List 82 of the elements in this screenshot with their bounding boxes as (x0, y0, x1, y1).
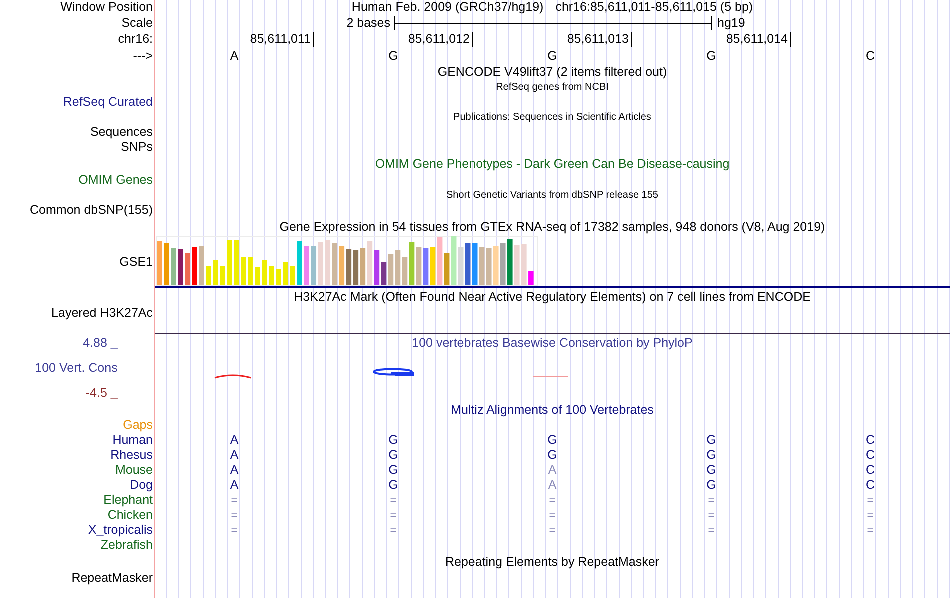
ruler-position: 85,611,013 (567, 32, 632, 48)
assembly-name: hg19 (716, 16, 746, 30)
track-title: Multiz Alignments of 100 Vertebrates (451, 404, 654, 416)
unaligned-mark: = (549, 510, 556, 522)
base-letter: G (706, 433, 716, 448)
position-range: chr16:85,611,011-85,611,015 (5 bp) (556, 1, 754, 14)
base-letter: G (706, 478, 716, 492)
axis-min-label: -4.5 _ (86, 386, 118, 400)
track-label: Sequences (90, 126, 153, 139)
species-label: Chicken (108, 509, 153, 522)
base-letter: G (388, 478, 398, 492)
unaligned-mark: = (390, 510, 397, 522)
base-letter: C (866, 463, 876, 478)
unaligned-mark: = (867, 510, 874, 522)
base-letter: C (866, 48, 876, 63)
base-letter: C (866, 433, 876, 448)
track-title: GENCODE V49lift37 (2 items filtered out) (438, 66, 668, 78)
species-label: Rhesus (110, 449, 153, 462)
base-letter: G (548, 448, 558, 462)
species-label: X_tropicalis (88, 524, 153, 537)
unaligned-mark: = (549, 525, 556, 537)
track-label: Gaps (123, 419, 153, 432)
track-title: Publications: Sequences in Scientific Articles (454, 112, 652, 122)
base-letter: A (548, 478, 557, 492)
base-letter: G (388, 448, 398, 462)
track-label: Window Position (60, 1, 153, 14)
base-letter: A (230, 463, 239, 478)
assembly-name: Human Feb. 2009 (GRCh37/hg19) (352, 1, 544, 14)
base-letter: C (866, 448, 876, 462)
unaligned-mark: = (708, 525, 715, 537)
base-letter: A (230, 433, 239, 448)
track-title: H3K27Ac Mark (Often Found Near Active Regulatory Elements) on 7 cell lines from ENCODE (294, 290, 811, 304)
track-title: 100 vertebrates Basewise Conservation by PhyloP (412, 336, 693, 350)
species-label: Dog (130, 479, 153, 492)
track-label: RepeatMasker (72, 572, 153, 585)
base-letter: A (230, 448, 239, 462)
unaligned-mark: = (708, 510, 715, 522)
track-title: RefSeq genes from NCBI (496, 82, 609, 92)
axis-max-label: 4.88 _ (83, 336, 118, 350)
ruler-position: 85,611,011 (250, 32, 314, 48)
track-title: OMIM Gene Phenotypes - Dark Green Can Be Disease-causing (375, 158, 730, 170)
species-label: Human (112, 434, 153, 447)
unaligned-mark: = (390, 495, 397, 507)
track-label: OMIM Genes (78, 174, 153, 187)
base-letter: A (230, 478, 239, 492)
track-title: Gene Expression in 54 tissues from GTEx RNA-seq of 17382 samples, 948 donors (V8, Aug 2019) (280, 220, 826, 234)
base-letter: G (548, 48, 558, 63)
base-letter: G (388, 463, 398, 478)
base-letter: A (230, 48, 239, 63)
unaligned-mark: = (390, 525, 397, 537)
base-letter: G (706, 48, 716, 63)
track-title: Repeating Elements by RepeatMasker (445, 556, 660, 568)
unaligned-mark: = (867, 525, 874, 537)
track-label: RefSeq Curated (63, 96, 153, 109)
unaligned-mark: = (231, 510, 238, 522)
ruler-position: 85,611,014 (726, 32, 791, 48)
track-label: Layered H3K27Ac (52, 307, 153, 320)
ruler-position: 85,611,012 (408, 32, 473, 48)
base-letter: G (706, 448, 716, 462)
unaligned-mark: = (231, 525, 238, 537)
unaligned-mark: = (549, 495, 556, 507)
track-title: Short Genetic Variants from dbSNP release 155 (446, 190, 658, 200)
base-letter: G (706, 463, 716, 478)
unaligned-mark: = (867, 495, 874, 507)
base-letter: G (548, 433, 558, 448)
track-label: 100 Vert. Cons (35, 362, 118, 374)
unaligned-mark: = (231, 495, 238, 507)
unaligned-mark: = (708, 495, 715, 507)
track-label: GSE1 (120, 256, 153, 268)
base-letter: G (388, 48, 398, 63)
track-label: SNPs (121, 141, 153, 154)
species-label: Mouse (115, 464, 153, 477)
base-letter: A (548, 463, 557, 478)
species-label: Zebrafish (100, 539, 153, 552)
track-label: ---> (133, 50, 153, 62)
base-letter: C (866, 478, 876, 492)
scale-text: 2 bases (346, 16, 392, 30)
track-label: Scale (122, 16, 153, 30)
track-label: chr16: (118, 33, 153, 46)
base-letter: G (388, 433, 398, 448)
species-label: Elephant (104, 494, 153, 507)
track-label: Common dbSNP(155) (30, 204, 153, 217)
